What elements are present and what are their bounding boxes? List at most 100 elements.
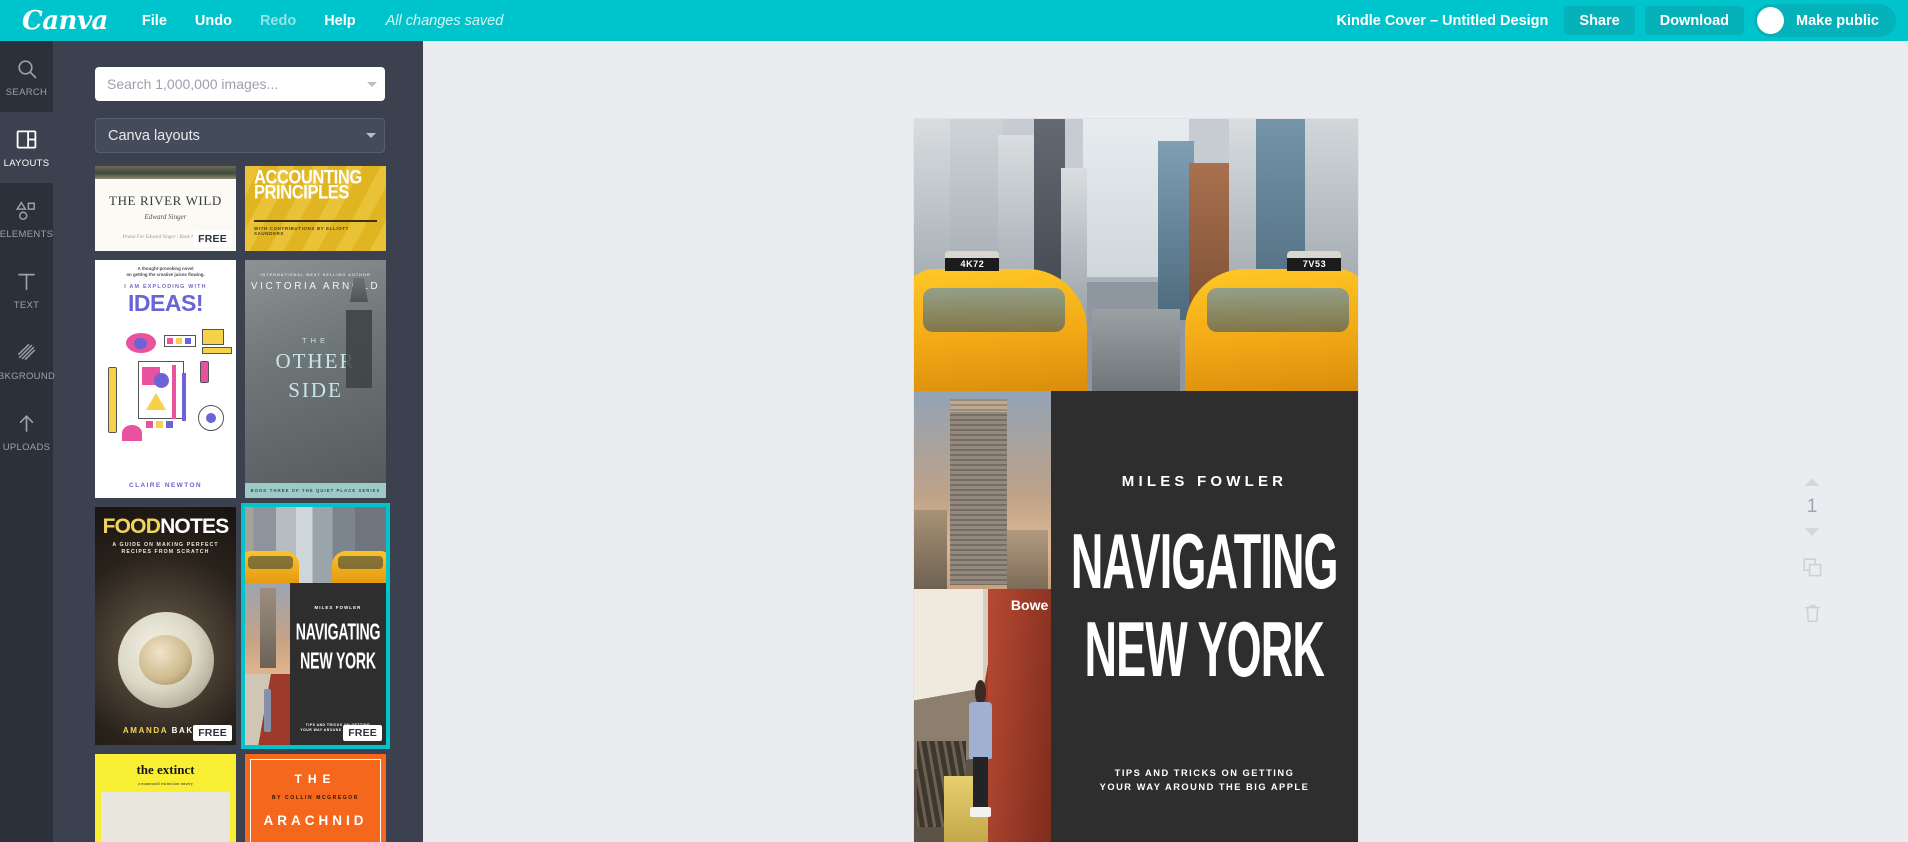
chevron-down-icon[interactable] [1805,528,1819,536]
layout-select-toggle[interactable] [358,133,384,138]
sidebar-item-background[interactable]: BKGROUND [0,325,56,396]
menu-item-undo[interactable]: Undo [195,13,232,29]
thumbnail-title: the extinct [136,762,195,777]
left-rail: SEARCH LAYOUTS ELEMENTS TEXT BKGROUND UP… [0,41,56,842]
sidebar-item-search-label: SEARCH [5,86,48,98]
taxi-medallion-left: 4K72 [945,250,1000,271]
thumbnail-series-bar: BOOK THREE OF THE QUIET PLACE SERIES [245,483,386,498]
red-column [987,589,1051,842]
cover-title[interactable]: NAVIGATING NEW YORK [1071,518,1339,695]
side-panel: Canva layouts THE RIVER WILD Edward Sing… [53,41,423,842]
thumbnail-tagline: A thought-provoking novel on getting the… [126,266,205,277]
layout-category-select[interactable]: Canva layouts [95,118,385,153]
thumbnail-title: THE RIVER WILD [109,193,222,208]
menu-item-file[interactable]: File [142,13,167,29]
design-title[interactable]: Kindle Cover – Untitled Design [1337,13,1549,29]
taxi-street-photo[interactable]: 4K72 7V53 [914,119,1358,391]
windshield [1207,288,1349,333]
design-cover[interactable]: 4K72 7V53 Bowe MILES FOWLER NAVIGATING N… [914,119,1358,842]
search-input[interactable] [95,76,359,92]
layout-thumbnail-foodnotes[interactable]: FOODNOTES A GUIDE ON MAKING PERFECT RECI… [95,507,236,745]
cover-title-line1: NAVIGATING [1071,518,1339,605]
thumbnail-row: THE RIVER WILD Edward Singer Praise For … [95,166,395,251]
taxi-plate-left: 4K72 [945,257,1000,271]
layout-thumbnail-navigating-new-york[interactable]: MILES FOWLER NAVIGATING NEW YORK TIPS AN… [241,503,390,749]
sidebar-item-text[interactable]: TEXT [0,254,53,325]
head [974,680,987,705]
thumbnail-title: IDEAS! [128,290,203,317]
thumbnail-left-photos [245,583,290,745]
thumbnail-taxi-photo [245,507,386,583]
top-bar-actions: Kindle Cover – Untitled Design Share Dow… [1337,0,1908,41]
thumbnail-byline: BY COLLIN MCGREGOR [271,795,360,801]
layouts-icon [16,127,37,153]
building [914,509,947,589]
thumbnail-lamp-illustration [346,268,372,388]
layout-thumbnail-grid: THE RIVER WILD Edward Singer Praise For … [95,166,395,842]
sidebar-item-elements[interactable]: ELEMENTS [0,183,53,254]
taxi-plate-right: 7V53 [1287,257,1342,271]
duplicate-icon[interactable] [1802,558,1822,582]
person [968,680,993,817]
layout-category-value: Canva layouts [108,127,200,144]
search-icon [16,56,38,82]
subway-platform-photo[interactable]: Bowe [914,589,1051,842]
sidebar-item-text-label: TEXT [13,299,40,311]
divider [253,220,377,222]
sidebar-item-layouts-label: LAYOUTS [3,157,50,169]
thumbnail-text-block: MILES FOWLER NAVIGATING NEW YORK TIPS AN… [289,583,386,745]
canvas-stage[interactable]: 4K72 7V53 Bowe MILES FOWLER NAVIGATING N… [423,41,1908,842]
taxi-medallion-right: 7V53 [1287,250,1342,271]
chevron-down-icon [366,133,376,138]
page-controls: 1 [1790,478,1834,628]
menu-item-help[interactable]: Help [324,13,355,29]
download-button[interactable]: Download [1644,6,1744,35]
street [1091,309,1181,391]
tower-photo [245,583,290,674]
layout-thumbnail-ideas[interactable]: A thought-provoking novel on getting the… [95,260,237,498]
chevron-up-icon[interactable] [1805,478,1819,486]
thumbnail-series-text: BOOK THREE OF THE QUIET PLACE SERIES [250,488,381,493]
thumbnail-row: FOODNOTES A GUIDE ON MAKING PERFECT RECI… [95,503,395,749]
skyscraper [949,398,1008,586]
trash-icon[interactable] [1804,604,1821,628]
subway-photo [245,673,290,745]
legs [972,756,989,809]
thumbnail-title-part1: FOOD [102,515,161,538]
sidebar-item-background-label: BKGROUND [0,370,56,382]
taxi-cab-right: 7V53 [1184,250,1358,391]
thumbnail-author: MILES FOWLER [314,605,362,610]
canva-logo[interactable]: Canva [22,8,108,34]
cover-author[interactable]: MILES FOWLER [1122,473,1287,490]
layout-thumbnail-other-side[interactable]: INTERNATIONAL BEST SELLING AUTHOR VICTOR… [245,260,386,498]
page-number: 1 [1806,496,1818,517]
skyscraper-photo[interactable] [914,391,1051,589]
thumbnail-subtitle: a mammoth extinction misery [138,781,193,786]
thumbnail-the: THE [294,772,337,786]
make-public-toggle[interactable]: Make public [1754,4,1896,37]
sidebar-item-layouts[interactable]: LAYOUTS [0,112,53,183]
menu-item-redo[interactable]: Redo [260,13,296,29]
layout-thumbnail-river-wild[interactable]: THE RIVER WILD Edward Singer Praise For … [95,166,236,251]
thumbnail-lower-collage: MILES FOWLER NAVIGATING NEW YORK TIPS AN… [245,583,386,745]
thumbnail-photo [95,166,236,179]
cover-title-line2: NEW YORK [1084,606,1325,694]
sidebar-item-search[interactable]: SEARCH [0,41,53,112]
search-dropdown-toggle[interactable] [359,81,385,87]
search-box[interactable] [95,67,385,101]
cover-text-block[interactable]: MILES FOWLER NAVIGATING NEW YORK TIPS AN… [1051,391,1358,842]
cover-subtitle[interactable]: TIPS AND TRICKS ON GETTING YOUR WAY AROU… [1061,766,1348,794]
layout-thumbnail-the-extinct[interactable]: the extinct a mammoth extinction misery [95,754,236,842]
elements-icon [15,198,38,224]
layout-thumbnail-the-arachnid[interactable]: THE BY COLLIN MCGREGOR ARACHNID [245,754,386,842]
sidebar-item-uploads[interactable]: UPLOADS [0,396,53,467]
share-button[interactable]: Share [1564,6,1635,35]
thumbnail-engraving [101,792,230,842]
thumbnail-title-line2: NEW YORK [300,649,376,675]
layout-thumbnail-accounting-principles[interactable]: ACCOUNTING PRINCIPLES WITH CONTRIBUTIONS… [244,166,386,251]
background-icon [16,340,37,366]
toggle-knob [1757,7,1784,34]
free-badge: FREE [193,231,232,247]
sidebar-item-uploads-label: UPLOADS [2,441,51,453]
chevron-down-icon [367,81,377,87]
